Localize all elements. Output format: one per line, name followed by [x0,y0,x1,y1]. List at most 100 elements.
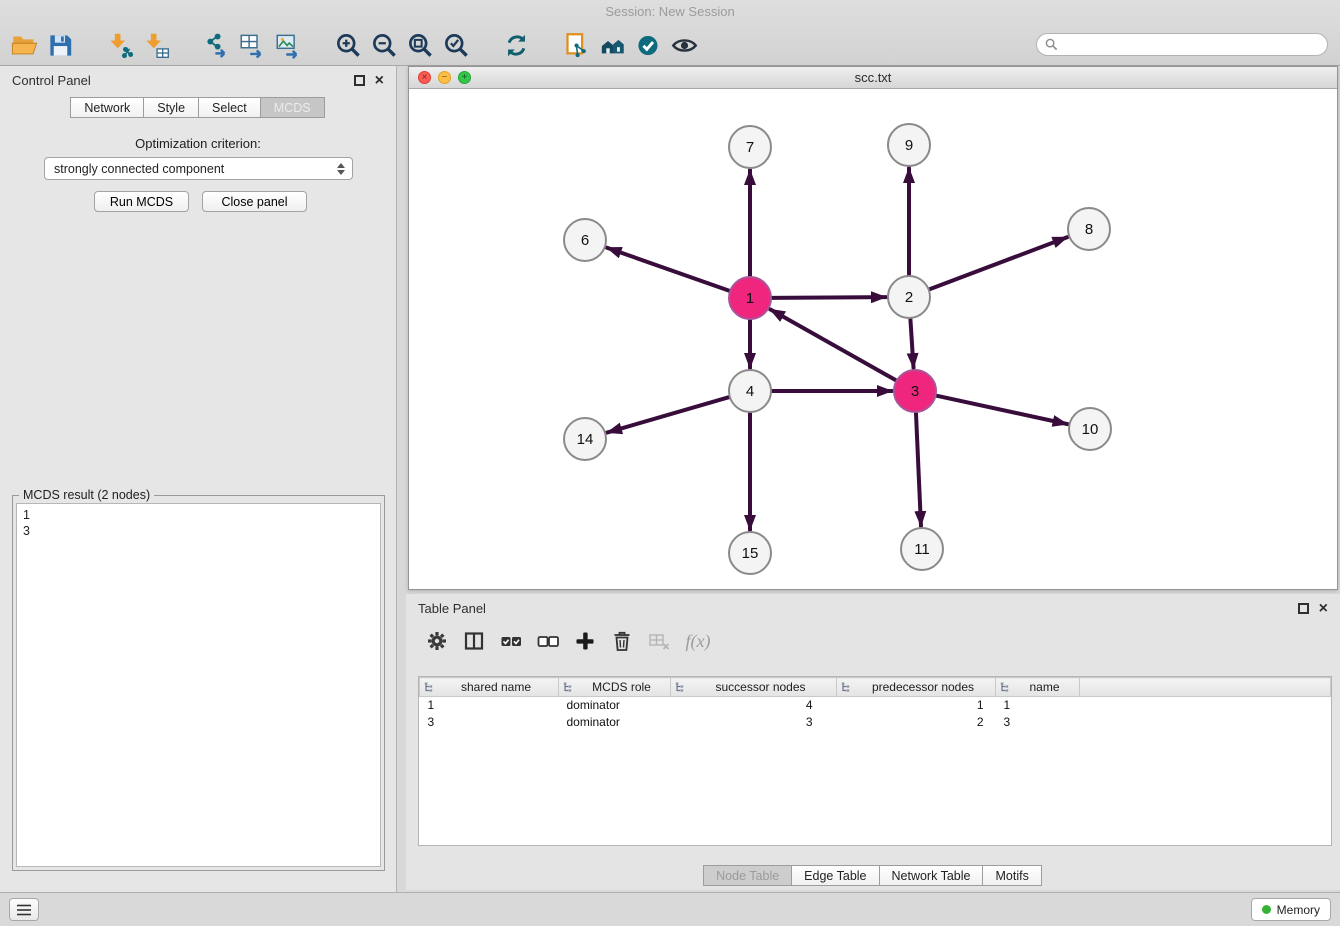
column-tree-icon [841,682,852,693]
optimization-criterion-label: Optimization criterion: [0,136,396,151]
run-mcds-button[interactable]: Run MCDS [94,191,189,212]
minimize-window-icon[interactable]: − [438,71,451,84]
table-cell[interactable]: 2 [837,714,996,731]
column-header-mcds-role[interactable]: MCDS role [559,678,671,697]
zoom-fit-button[interactable] [402,28,438,62]
task-history-button[interactable] [9,898,39,921]
tab-motifs[interactable]: Motifs [982,865,1041,886]
deselect-all-button[interactable] [533,626,563,656]
zoom-out-button[interactable] [366,28,402,62]
show-hide-button[interactable] [666,28,702,62]
graph-node-7[interactable]: 7 [729,126,771,168]
table-cell[interactable]: 1 [837,697,996,714]
graph-edge-1-6[interactable] [607,248,730,291]
export-table-button[interactable] [234,28,270,62]
table-cell[interactable]: 1 [996,697,1080,714]
zoom-out-icon [371,32,398,59]
export-network-button[interactable] [198,28,234,62]
tab-select[interactable]: Select [198,97,261,118]
show-columns-button[interactable] [459,626,489,656]
graph-node-8[interactable]: 8 [1068,208,1110,250]
graph-edge-2-8[interactable] [930,237,1068,289]
table-row[interactable]: 3dominator323 [420,714,1331,731]
mcds-result-line: 1 [23,507,374,523]
column-tree-icon [1000,682,1011,693]
table-settings-button[interactable] [422,626,452,656]
close-panel-icon[interactable]: × [375,75,384,86]
control-panel-title: Control Panel [12,73,91,88]
network-canvas[interactable]: 7 9 6 8 1 2 4 3 14 10 15 11 [409,89,1337,589]
graph-edge-3-1[interactable] [770,309,896,380]
zoom-in-icon [335,32,362,59]
column-header-name[interactable]: name [996,678,1080,697]
table-cell[interactable]: 4 [671,697,837,714]
delete-table-button[interactable] [644,626,674,656]
close-table-panel-icon[interactable]: × [1319,603,1328,614]
tab-node-table[interactable]: Node Table [703,865,792,886]
apply-style-button[interactable] [630,28,666,62]
graph-node-2[interactable]: 2 [888,276,930,318]
graph-node-9[interactable]: 9 [888,124,930,166]
select-all-button[interactable] [496,626,526,656]
home-button[interactable] [594,28,630,62]
graph-node-1[interactable]: 1 [729,277,771,319]
new-network-from-selection-button[interactable] [558,28,594,62]
graph-edge-4-14[interactable] [607,397,729,432]
network-window: × − + scc.txt 7 9 6 8 1 2 4 3 14 10 15 11 [408,66,1338,590]
create-column-button[interactable] [570,626,600,656]
save-session-button[interactable] [42,28,78,62]
node-table-container[interactable]: shared name MCDS role successor nodes pr… [418,676,1332,846]
table-cell[interactable]: dominator [559,697,671,714]
table-cell[interactable]: 1 [420,697,559,714]
memory-status-icon [1262,905,1271,914]
tab-mcds[interactable]: MCDS [260,97,325,118]
network-graph[interactable]: 7 9 6 8 1 2 4 3 14 10 15 11 [409,89,1337,589]
search-input[interactable] [1064,37,1319,53]
float-panel-icon[interactable] [354,75,365,86]
graph-node-4[interactable]: 4 [729,370,771,412]
zoom-window-icon[interactable]: + [458,71,471,84]
column-header-predecessor-nodes[interactable]: predecessor nodes [837,678,996,697]
apply-layout-button[interactable] [498,28,534,62]
window-controls: × − + [418,71,471,84]
graph-node-3[interactable]: 3 [894,370,936,412]
column-header-shared-name[interactable]: shared name [420,678,559,697]
column-header-successor-nodes[interactable]: successor nodes [671,678,837,697]
tab-network-table[interactable]: Network Table [879,865,984,886]
tab-network[interactable]: Network [70,97,144,118]
zoom-in-button[interactable] [330,28,366,62]
graph-node-14[interactable]: 14 [564,418,606,460]
function-builder-button[interactable]: f(x) [681,626,711,656]
zoom-selected-button[interactable] [438,28,474,62]
delete-column-button[interactable] [607,626,637,656]
graph-node-10[interactable]: 10 [1069,408,1111,450]
mcds-result-list[interactable]: 1 3 [16,503,381,867]
open-session-button[interactable] [6,28,42,62]
graph-edge-3-10[interactable] [936,396,1067,424]
table-cell[interactable]: 3 [671,714,837,731]
search-box[interactable] [1036,33,1328,56]
float-table-panel-icon[interactable] [1298,603,1309,614]
criterion-dropdown[interactable]: strongly connected component [44,157,353,180]
table-row[interactable]: 1dominator411 [420,697,1331,714]
graph-edge-3-11[interactable] [916,413,921,526]
memory-button[interactable]: Memory [1251,898,1331,921]
close-panel-button[interactable]: Close panel [202,191,307,212]
table-cell[interactable]: 3 [996,714,1080,731]
table-cell[interactable]: 3 [420,714,559,731]
tab-edge-table[interactable]: Edge Table [791,865,879,886]
graph-node-6[interactable]: 6 [564,219,606,261]
refresh-icon [503,32,530,59]
import-network-button[interactable] [102,28,138,62]
graph-node-15[interactable]: 15 [729,532,771,574]
export-image-button[interactable] [270,28,306,62]
graph-edge-2-3[interactable] [910,319,913,368]
import-table-button[interactable] [138,28,174,62]
close-window-icon[interactable]: × [418,71,431,84]
memory-label: Memory [1277,903,1320,917]
graph-edge-1-2[interactable] [772,297,886,298]
graph-node-11[interactable]: 11 [901,528,943,570]
tab-style[interactable]: Style [143,97,199,118]
network-window-titlebar[interactable]: × − + scc.txt [409,67,1337,89]
table-cell[interactable]: dominator [559,714,671,731]
